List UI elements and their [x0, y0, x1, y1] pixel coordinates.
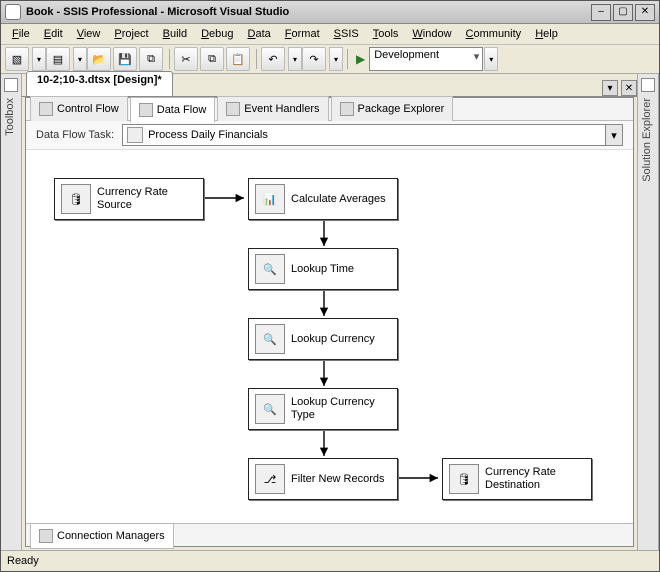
doc-tab-active[interactable]: 10-2;10-3.dtsx [Design]*	[26, 71, 173, 96]
window-title: Book - SSIS Professional - Microsoft Vis…	[26, 6, 589, 18]
open-button[interactable]: 📂	[87, 47, 111, 71]
menu-format[interactable]: Format	[278, 26, 327, 42]
save-all-button[interactable]: ⧉	[139, 47, 163, 71]
data-flow-task-select[interactable]: Process Daily Financials ▾	[122, 124, 623, 146]
design-canvas[interactable]: 🛢 Currency Rate Source 📊 Calculate Avera…	[26, 150, 633, 523]
add-item-dropdown[interactable]: ▾	[73, 47, 87, 71]
designer-bottom-tabs: Connection Managers	[26, 523, 633, 546]
toolbar-sep	[169, 49, 170, 69]
status-text: Ready	[7, 555, 39, 567]
document-area: 10-2;10-3.dtsx [Design]* ▾ ✕ Control Flo…	[22, 74, 637, 550]
new-project-dropdown[interactable]: ▾	[32, 47, 46, 71]
db-destination-icon: 🛢	[449, 464, 479, 494]
lookup-icon: 🔍	[255, 254, 285, 284]
config-select[interactable]: Development	[369, 47, 483, 71]
menu-window[interactable]: Window	[405, 26, 458, 42]
event-handlers-icon	[226, 102, 240, 116]
data-flow-task-row: Data Flow Task: Process Daily Financials…	[26, 121, 633, 150]
menu-tools[interactable]: Tools	[366, 26, 406, 42]
task-icon	[127, 127, 143, 143]
tab-data-flow[interactable]: Data Flow	[130, 97, 216, 123]
toolbar-sep	[347, 49, 348, 69]
menu-project[interactable]: Project	[107, 26, 155, 42]
titlebar: Book - SSIS Professional - Microsoft Vis…	[1, 1, 659, 24]
toolbox-label: Toolbox	[4, 98, 16, 136]
new-project-button[interactable]: ▧	[5, 47, 29, 71]
data-flow-task-label: Data Flow Task:	[36, 129, 114, 141]
menu-data[interactable]: Data	[241, 26, 278, 42]
pin-icon[interactable]	[641, 78, 655, 92]
chevron-down-icon[interactable]: ▾	[605, 125, 622, 145]
lookup-icon: 🔍	[255, 324, 285, 354]
package-explorer-icon	[340, 102, 354, 116]
conditional-split-icon: ⎇	[255, 464, 285, 494]
solution-explorer-label: Solution Explorer	[641, 98, 653, 182]
cut-button[interactable]: ✂	[174, 47, 198, 71]
close-button[interactable]: ✕	[635, 4, 655, 21]
app-window: Book - SSIS Professional - Microsoft Vis…	[0, 0, 660, 572]
paste-button[interactable]: 📋	[226, 47, 250, 71]
redo-dropdown[interactable]: ▾	[329, 47, 343, 71]
node-filter-new-records[interactable]: ⎇ Filter New Records	[248, 458, 398, 500]
tab-close-button[interactable]: ✕	[621, 80, 637, 96]
tab-package-explorer[interactable]: Package Explorer	[331, 96, 454, 122]
tab-connection-managers[interactable]: Connection Managers	[30, 524, 174, 549]
connection-managers-icon	[39, 529, 53, 543]
designer-tabs: Control Flow Data Flow Event Handlers Pa…	[26, 98, 633, 121]
menu-help[interactable]: Help	[528, 26, 565, 42]
toolbar-sep	[256, 49, 257, 69]
status-bar: Ready	[1, 550, 659, 571]
designer: Control Flow Data Flow Event Handlers Pa…	[25, 97, 634, 547]
redo-button[interactable]: ↷	[302, 47, 326, 71]
tab-control-flow[interactable]: Control Flow	[30, 96, 128, 122]
config-more[interactable]: ▾	[484, 47, 498, 71]
add-item-button[interactable]: ▤	[46, 47, 70, 71]
tab-menu-button[interactable]: ▾	[602, 80, 618, 96]
minimize-button[interactable]: –	[591, 4, 611, 21]
menu-build[interactable]: Build	[156, 26, 194, 42]
toolbar: ▧▾ ▤▾ 📂 💾 ⧉ ✂ ⧉ 📋 ↶▾ ↷▾ ▶ Development ▾	[1, 45, 659, 74]
node-currency-rate-destination[interactable]: 🛢 Currency Rate Destination	[442, 458, 592, 500]
menu-ssis[interactable]: SSIS	[327, 26, 366, 42]
maximize-button[interactable]: ▢	[613, 4, 633, 21]
db-source-icon: 🛢	[61, 184, 91, 214]
menu-file[interactable]: File	[5, 26, 37, 42]
app-icon	[5, 4, 21, 20]
copy-button[interactable]: ⧉	[200, 47, 224, 71]
body: Toolbox 10-2;10-3.dtsx [Design]* ▾ ✕ Con…	[1, 74, 659, 550]
node-lookup-currency-type[interactable]: 🔍 Lookup Currency Type	[248, 388, 398, 430]
pin-icon[interactable]	[4, 78, 18, 92]
undo-dropdown[interactable]: ▾	[288, 47, 302, 71]
data-flow-icon	[139, 103, 153, 117]
undo-button[interactable]: ↶	[261, 47, 285, 71]
solution-explorer-panel-collapsed[interactable]: Solution Explorer	[637, 74, 659, 550]
menu-debug[interactable]: Debug	[194, 26, 240, 42]
task-value: Process Daily Financials	[148, 129, 268, 141]
lookup-icon: 🔍	[255, 394, 285, 424]
menu-community[interactable]: Community	[459, 26, 529, 42]
start-debug[interactable]: ▶ Development	[356, 47, 483, 71]
node-currency-rate-source[interactable]: 🛢 Currency Rate Source	[54, 178, 204, 220]
config-label: Development	[374, 49, 439, 61]
menu-edit[interactable]: Edit	[37, 26, 70, 42]
toolbox-panel-collapsed[interactable]: Toolbox	[1, 74, 22, 550]
aggregate-icon: 📊	[255, 184, 285, 214]
control-flow-icon	[39, 102, 53, 116]
menubar: File Edit View Project Build Debug Data …	[1, 24, 659, 45]
menu-view[interactable]: View	[70, 26, 108, 42]
node-lookup-currency[interactable]: 🔍 Lookup Currency	[248, 318, 398, 360]
node-lookup-time[interactable]: 🔍 Lookup Time	[248, 248, 398, 290]
tab-event-handlers[interactable]: Event Handlers	[217, 96, 328, 122]
node-calculate-averages[interactable]: 📊 Calculate Averages	[248, 178, 398, 220]
play-icon: ▶	[356, 52, 365, 66]
save-button[interactable]: 💾	[113, 47, 137, 71]
document-tabs: 10-2;10-3.dtsx [Design]* ▾ ✕	[22, 74, 637, 97]
